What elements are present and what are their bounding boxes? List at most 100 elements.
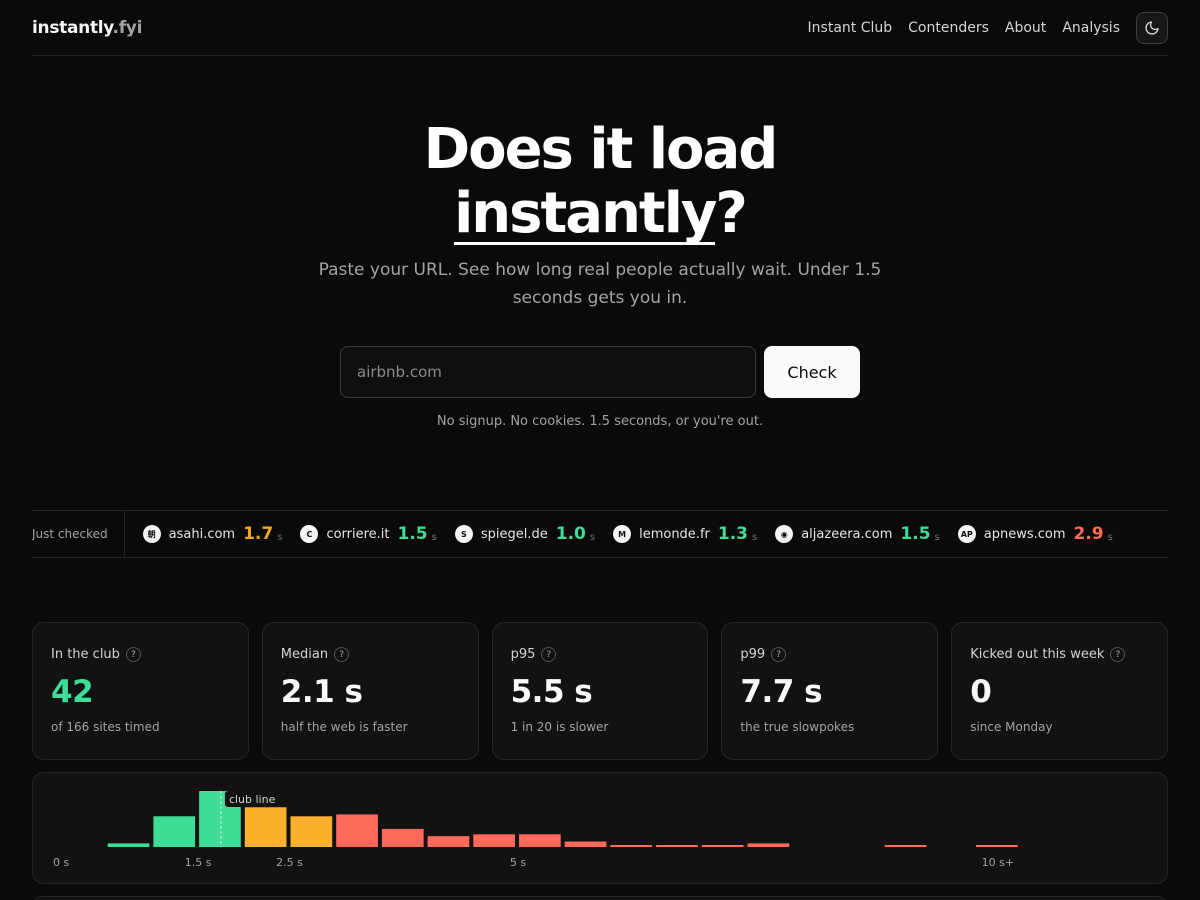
ticker-unit: s — [752, 531, 758, 543]
stat-card-p99: p99? 7.7 s the true slowpokes — [721, 622, 939, 760]
ticker-unit: s — [589, 531, 596, 543]
ticker-domain: lemonde.fr — [639, 526, 710, 542]
ticker-label: Just checked — [32, 511, 125, 557]
aljazeera-favicon-icon: ◉ — [775, 525, 794, 543]
club-line-label: club line — [229, 793, 276, 806]
x-tick-label: 10 s+ — [982, 856, 1014, 869]
ticker-item[interactable]: Sspiegel.de 1.0 s — [454, 524, 596, 544]
ticker-domain: corriere.it — [326, 526, 390, 542]
histogram-bar[interactable] — [381, 828, 424, 847]
ticker-time: 1.5 — [900, 524, 931, 544]
stat-value: 5.5 s — [510, 674, 593, 710]
apnews-favicon-icon: AP — [957, 525, 976, 543]
histogram-bar[interactable] — [747, 843, 790, 847]
ticker-unit: s — [277, 531, 283, 543]
ticker-unit: s — [1107, 531, 1113, 543]
url-input[interactable] — [340, 346, 756, 398]
ticker-item[interactable]: 朝 asahi.com 1.7 s — [142, 524, 283, 544]
hero-subtitle: Paste your URL. See how long real people… — [318, 260, 882, 308]
ticker-time: 1.3 — [717, 524, 748, 544]
ticker-domain: apnews.com — [983, 526, 1066, 542]
ticker-time: 2.9 — [1073, 524, 1104, 544]
histogram-bar[interactable] — [656, 845, 698, 847]
nav-instant-club[interactable]: Instant Club — [808, 20, 893, 36]
next-section-card — [32, 896, 1168, 900]
ticker-domain: aljazeera.com — [801, 526, 893, 542]
corriere-favicon-icon: C — [300, 525, 319, 543]
x-tick-label: 2.5 s — [276, 856, 303, 869]
stat-label: p99 — [740, 647, 766, 662]
check-button[interactable]: Check — [764, 346, 860, 398]
histogram-bar[interactable] — [473, 834, 515, 847]
stat-label: Kicked out this week — [970, 647, 1105, 662]
stat-value: 0 — [970, 674, 992, 710]
site-header: instantly.fyi Instant Club Contenders Ab… — [32, 0, 1168, 56]
histogram-bar[interactable] — [976, 845, 1018, 847]
stat-label: p95 — [510, 647, 536, 662]
ticker-item[interactable]: Mlemonde.fr 1.3 s — [613, 524, 757, 544]
logo-tld: .fyi — [112, 17, 143, 38]
histogram-bar[interactable] — [153, 816, 196, 847]
hero-note: No signup. No cookies. 1.5 seconds, or y… — [436, 414, 764, 429]
help-icon[interactable]: ? — [541, 647, 557, 662]
stat-label: Median — [280, 647, 329, 662]
theme-toggle-button[interactable] — [1136, 11, 1168, 44]
stat-description: since Monday — [970, 720, 1053, 734]
stat-value: 42 — [51, 674, 94, 710]
ticker-domain: spiegel.de — [480, 526, 548, 542]
ticker-time: 1.7 — [243, 524, 274, 544]
histogram-bar[interactable] — [519, 834, 561, 847]
help-icon[interactable]: ? — [1110, 647, 1126, 662]
title-line1: Does it load — [423, 117, 779, 182]
spiegel-favicon-icon: S — [454, 525, 473, 543]
stat-label: In the club — [51, 647, 120, 662]
title-underlined-word: instantly — [454, 181, 717, 246]
stats-row: In the club? 42 of 166 sites timed Media… — [32, 622, 1168, 760]
histogram-bar[interactable] — [336, 814, 378, 847]
stat-description: half the web is faster — [280, 720, 408, 734]
histogram-bar[interactable] — [564, 841, 607, 847]
logo-main: instantly — [32, 17, 113, 38]
x-tick-label: 5 s — [510, 856, 526, 869]
histogram-bar[interactable] — [610, 845, 653, 847]
stat-description: of 166 sites timed — [51, 720, 160, 734]
nav-analysis[interactable]: Analysis — [1062, 20, 1120, 36]
ticker-domain: asahi.com — [168, 526, 236, 542]
site-logo[interactable]: instantly.fyi — [32, 18, 142, 38]
nav-about[interactable]: About — [1005, 20, 1046, 36]
nav-contenders[interactable]: Contenders — [908, 20, 989, 36]
histogram-chart: club line 0 s 1.5 s 2.5 s 5 s 10 s+ — [53, 791, 1018, 869]
stat-description: 1 in 20 is slower — [510, 720, 609, 734]
load-time-histogram: club line 0 s 1.5 s 2.5 s 5 s 10 s+ — [32, 772, 1168, 884]
title-question-mark: ? — [715, 181, 748, 246]
ticker-unit: s — [431, 531, 437, 543]
just-checked-ticker: Just checked 朝 asahi.com 1.7 s Ccorriere.it 1… — [32, 510, 1168, 558]
stat-description: the true slowpokes — [740, 720, 855, 734]
help-icon[interactable]: ? — [125, 647, 141, 662]
ticker-item[interactable]: Ccorriere.it 1.5 s — [300, 524, 437, 544]
histogram-bar[interactable] — [290, 816, 333, 847]
ticker-time: 1.0 — [555, 524, 586, 544]
stat-card-p95: p95? 5.5 s 1 in 20 is slower — [491, 622, 709, 760]
histogram-bar[interactable] — [701, 845, 744, 847]
ticker-item[interactable]: AP apnews.com 2.9 s — [957, 524, 1113, 544]
ticker-items: 朝 asahi.com 1.7 s Ccorriere.it 1.5 s Sspiegel.d… — [125, 524, 1113, 544]
stat-card-in-club: In the club? 42 of 166 sites timed — [32, 622, 249, 760]
histogram-bar[interactable] — [244, 807, 287, 847]
help-icon[interactable]: ? — [334, 647, 350, 662]
histogram-bar[interactable] — [427, 836, 470, 847]
hero: Does it load instantly? Paste your URL. … — [32, 118, 1168, 312]
main-nav: Instant Club Contenders About Analysis — [792, 11, 1168, 44]
stat-card-kicked-out: Kicked out this week? 0 since Monday — [951, 622, 1168, 760]
url-check-form: Check — [340, 346, 860, 398]
histogram-bar[interactable] — [107, 843, 150, 847]
histogram-bar[interactable] — [884, 845, 927, 847]
help-icon[interactable]: ? — [771, 647, 787, 662]
x-tick-label: 1.5 s — [185, 856, 212, 869]
stat-card-median: Median? 2.1 s half the web is faster — [261, 622, 479, 760]
lemonde-favicon-icon: M — [613, 525, 632, 543]
asahi-favicon-icon: 朝 — [142, 525, 161, 543]
x-tick-label: 0 s — [53, 856, 69, 869]
ticker-item[interactable]: ◉ aljazeera.com 1.5 s — [775, 524, 940, 544]
stat-value: 2.1 s — [280, 674, 363, 710]
